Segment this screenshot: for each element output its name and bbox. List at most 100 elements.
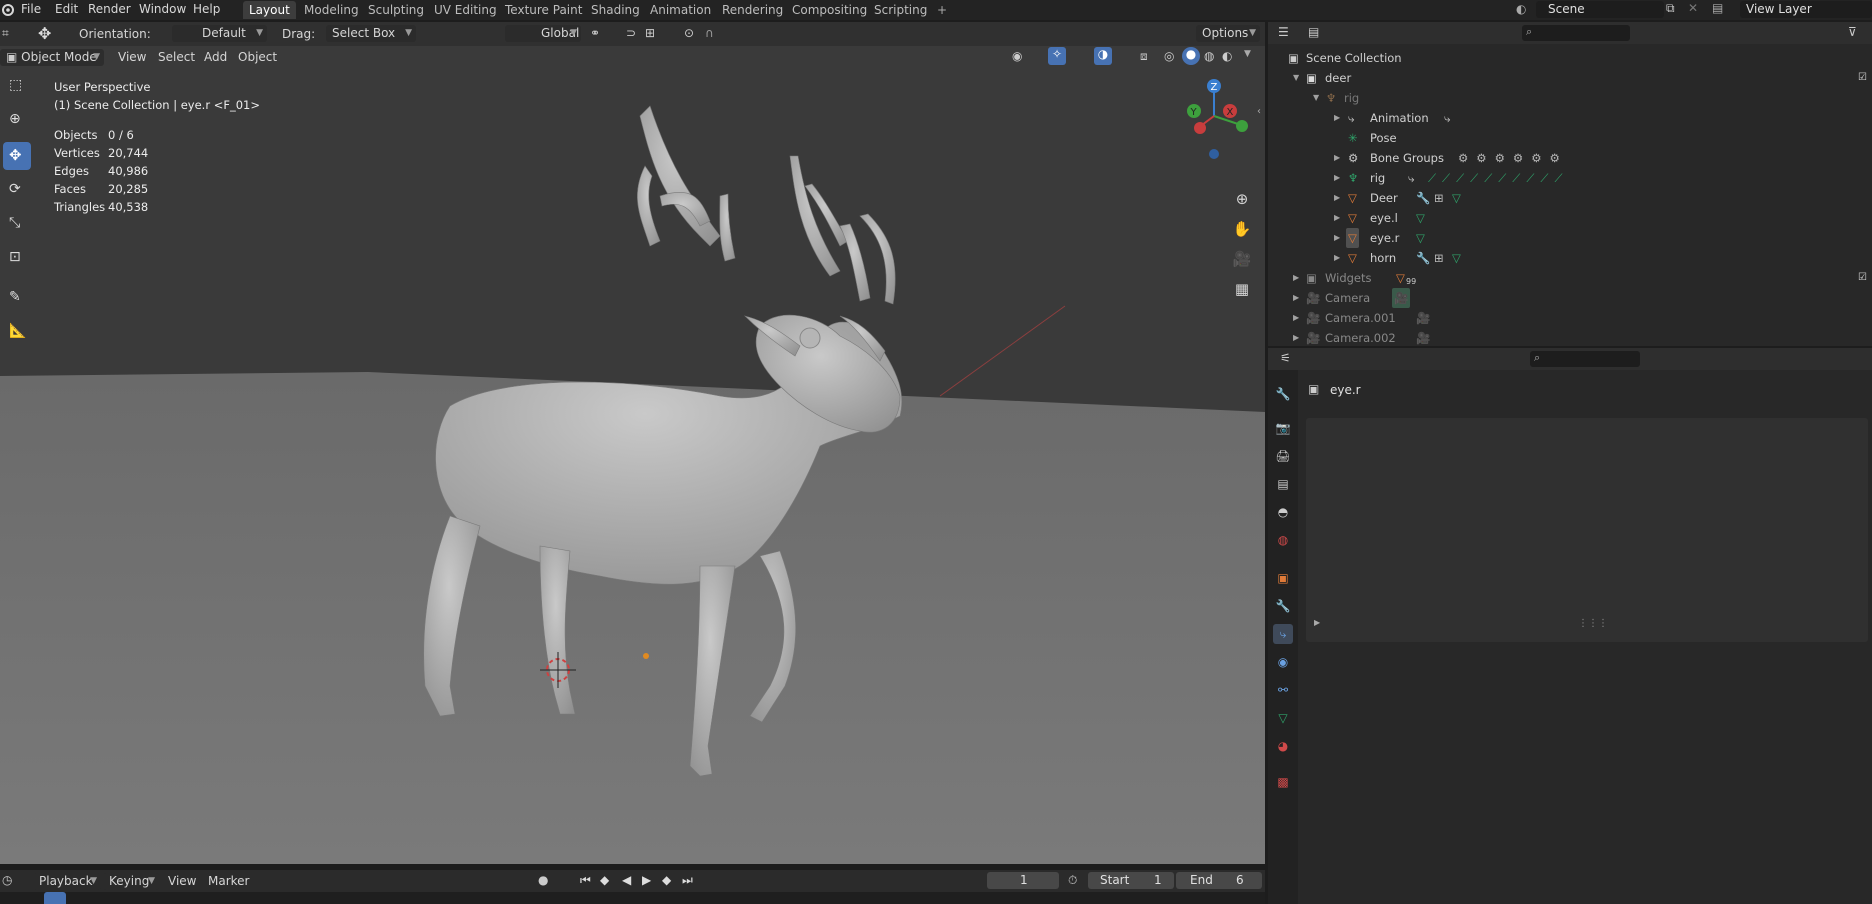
- play-icon[interactable]: ▶: [642, 873, 651, 887]
- cursor-tool[interactable]: ⊕: [3, 106, 31, 134]
- panel-drag-handle-icon[interactable]: ⋮⋮⋮: [1578, 618, 1608, 629]
- expand-triangle-icon[interactable]: ▶: [1293, 268, 1299, 288]
- menu-render[interactable]: Render: [88, 2, 131, 16]
- tab-uv-editing[interactable]: UV Editing: [428, 1, 503, 19]
- playback-dropdown[interactable]: Playback ▼: [33, 873, 101, 890]
- physics-tab-icon[interactable]: ◉: [1273, 652, 1293, 672]
- tab-compositing[interactable]: Compositing: [786, 1, 873, 19]
- transform-orientation-dropdown[interactable]: Global ▼: [505, 25, 581, 42]
- properties-search-input[interactable]: ⌕: [1530, 351, 1640, 367]
- navigation-gizmo[interactable]: Z Y X: [1176, 76, 1256, 176]
- expand-triangle-icon[interactable]: ▶: [1293, 308, 1299, 328]
- outliner-row-camera[interactable]: ▶ 🎥 Camera 🎥: [1268, 288, 1872, 308]
- outliner-row-eye-r[interactable]: ▶ ▽ eye.r ▽: [1268, 228, 1872, 248]
- data-tab-icon[interactable]: ▽: [1273, 708, 1293, 728]
- outliner-row-bone-groups[interactable]: ▶ ⚙ Bone Groups ⚙⚙⚙⚙⚙⚙: [1268, 148, 1872, 168]
- keying-dropdown[interactable]: Keying ▼: [103, 873, 159, 890]
- outliner-row-horn[interactable]: ▶ ▽ horn 🔧 ⊞ ▽: [1268, 248, 1872, 268]
- camera-view-icon[interactable]: 🎥: [1229, 246, 1255, 272]
- overlay-toggle-icon[interactable]: ◑: [1094, 47, 1112, 65]
- tab-texture-paint[interactable]: Texture Paint: [499, 1, 588, 19]
- xray-icon[interactable]: ⧈: [1140, 49, 1148, 64]
- expand-triangle-icon[interactable]: ▶: [1293, 328, 1299, 348]
- stopwatch-icon[interactable]: ⏱: [1068, 873, 1077, 888]
- tab-layout[interactable]: Layout: [243, 1, 296, 19]
- jump-end-icon[interactable]: ⏭: [682, 873, 693, 888]
- editor-type-icon[interactable]: ⌗: [2, 26, 9, 41]
- sidebar-toggle-icon[interactable]: ‹: [1257, 106, 1261, 117]
- gizmo-toggle-icon[interactable]: ✧: [1048, 47, 1066, 65]
- outliner-search-input[interactable]: ⌕: [1522, 25, 1630, 41]
- expand-triangle-icon[interactable]: ▶: [1334, 248, 1340, 268]
- menu-object[interactable]: Object: [238, 49, 277, 66]
- render-tab-icon[interactable]: 📷: [1273, 418, 1293, 438]
- solid-shading-icon[interactable]: ●: [1182, 47, 1200, 65]
- menu-help[interactable]: Help: [193, 2, 220, 16]
- timeline-track[interactable]: [0, 892, 1265, 904]
- expand-triangle-icon[interactable]: ▶: [1334, 228, 1340, 248]
- menu-add[interactable]: Add: [204, 49, 227, 66]
- move-tool-icon[interactable]: ✥: [38, 24, 51, 43]
- blender-logo-icon[interactable]: [1, 2, 15, 16]
- add-workspace-button[interactable]: +: [931, 1, 953, 19]
- pan-hand-icon[interactable]: ✋: [1229, 216, 1255, 242]
- properties-editor-icon[interactable]: ⚟: [1280, 351, 1291, 365]
- orientation-dropdown[interactable]: Default ▼: [172, 25, 267, 42]
- view-layer-tab-icon[interactable]: ▤: [1273, 474, 1293, 494]
- timeline-view-menu[interactable]: View: [168, 873, 196, 890]
- expand-triangle-icon[interactable]: ▶: [1334, 108, 1340, 128]
- tab-rendering[interactable]: Rendering: [716, 1, 789, 19]
- mode-dropdown[interactable]: ▣ Object Mode ▼: [0, 49, 104, 66]
- close-scene-icon[interactable]: ✕: [1688, 1, 1698, 15]
- jump-start-icon[interactable]: ⏮: [580, 873, 591, 888]
- particles-tab-icon[interactable]: ⤷: [1273, 624, 1293, 644]
- material-shading-icon[interactable]: ◍: [1204, 49, 1214, 63]
- texture-tab-icon[interactable]: ▩: [1273, 772, 1293, 792]
- expand-triangle-icon[interactable]: ▶: [1334, 168, 1340, 188]
- filter-icon[interactable]: ⊽: [1848, 25, 1857, 39]
- falloff-icon[interactable]: ∩: [705, 26, 714, 40]
- tab-sculpting[interactable]: Sculpting: [362, 1, 430, 19]
- menu-select[interactable]: Select: [158, 49, 195, 66]
- outliner-row-animation[interactable]: ▶ ⤷ Animation ⤷: [1268, 108, 1872, 128]
- drag-dropdown[interactable]: Select Box ▼: [326, 25, 416, 42]
- start-frame-field[interactable]: Start 1: [1088, 872, 1174, 889]
- exclude-checkbox[interactable]: ☑: [1858, 268, 1867, 288]
- copy-scene-icon[interactable]: ⧉: [1666, 1, 1675, 16]
- tab-animation[interactable]: Animation: [644, 1, 717, 19]
- play-reverse-icon[interactable]: ◀: [622, 873, 631, 887]
- current-frame-field[interactable]: 1: [987, 872, 1059, 889]
- outliner-row-camera-002[interactable]: ▶ 🎥 Camera.002 🎥: [1268, 328, 1872, 348]
- end-frame-field[interactable]: End 6: [1176, 872, 1262, 889]
- visibility-icon[interactable]: ◉: [1012, 49, 1022, 63]
- scale-tool[interactable]: ⤡: [3, 210, 31, 238]
- options-dropdown[interactable]: Options ▼: [1196, 25, 1260, 42]
- outliner-row-rig-data[interactable]: ▶ ♆ rig ⤷ ⟋⟋⟋⟋⟋⟋⟋⟋⟋⟋: [1268, 168, 1872, 188]
- annotate-tool[interactable]: ✎: [3, 284, 31, 312]
- record-icon[interactable]: ●: [538, 873, 548, 887]
- tab-scripting[interactable]: Scripting: [868, 1, 933, 19]
- playhead[interactable]: [44, 892, 66, 904]
- transform-tool[interactable]: ⊡: [3, 244, 31, 272]
- outliner-row-scene-collection[interactable]: ▣ Scene Collection: [1268, 48, 1872, 68]
- menu-edit[interactable]: Edit: [55, 2, 78, 16]
- measure-tool[interactable]: 📐: [3, 318, 31, 346]
- outliner-editor-icon[interactable]: ☰: [1278, 25, 1289, 39]
- object-tab-icon[interactable]: ▣: [1273, 568, 1293, 588]
- world-tab-icon[interactable]: ◍: [1273, 530, 1293, 550]
- rotate-tool[interactable]: ⟳: [3, 176, 31, 204]
- expand-triangle-icon[interactable]: ▶: [1334, 208, 1340, 228]
- select-box-tool[interactable]: ⬚: [3, 72, 31, 100]
- material-tab-icon[interactable]: ◕: [1273, 736, 1293, 756]
- tab-modeling[interactable]: Modeling: [298, 1, 365, 19]
- ortho-grid-icon[interactable]: ▦: [1229, 276, 1255, 302]
- next-keyframe-icon[interactable]: ◆: [662, 873, 671, 887]
- outliner-row-eye-l[interactable]: ▶ ▽ eye.l ▽: [1268, 208, 1872, 228]
- output-tab-icon[interactable]: 🖨: [1273, 446, 1293, 466]
- expand-triangle-icon[interactable]: ▶: [1293, 288, 1299, 308]
- outliner-row-camera-001[interactable]: ▶ 🎥 Camera.001 🎥: [1268, 308, 1872, 328]
- pivot-icon[interactable]: ⚭: [590, 26, 600, 40]
- outliner-row-deer[interactable]: ▼ ▣ deer ☑: [1268, 68, 1872, 88]
- outliner-row-pose[interactable]: ✳ Pose: [1268, 128, 1872, 148]
- expand-triangle-icon[interactable]: ▶: [1334, 148, 1340, 168]
